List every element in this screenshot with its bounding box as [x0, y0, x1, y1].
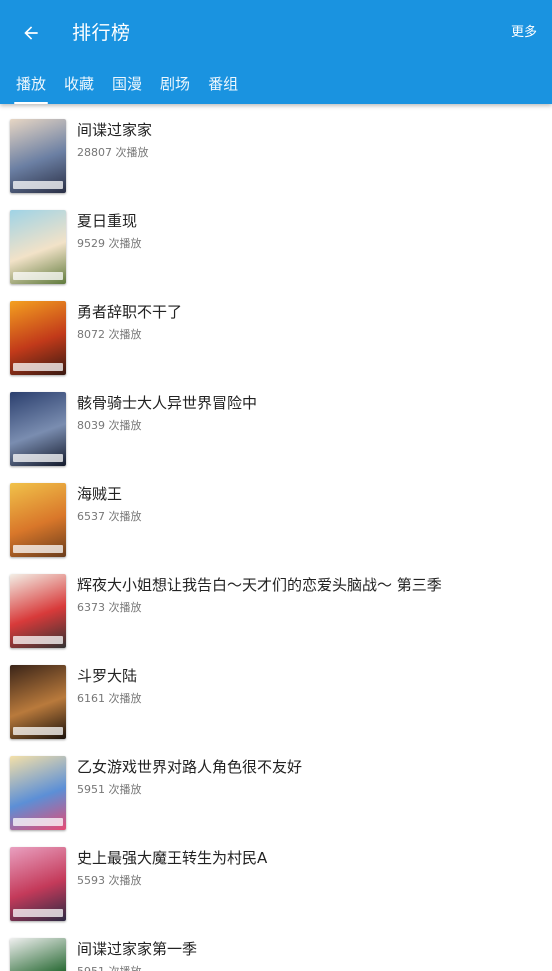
- play-count: 8072 次播放: [77, 328, 142, 341]
- anime-title: 间谍过家家第一季: [77, 940, 198, 958]
- tab-favorites[interactable]: 收藏: [62, 70, 96, 104]
- ranking-item[interactable]: 斗罗大陆 6161 次播放: [0, 650, 552, 741]
- ranking-item[interactable]: 辉夜大小姐想让我告白～天才们的恋爱头脑战～ 第三季 6373 次播放: [0, 559, 552, 650]
- anime-cover-image: [10, 301, 66, 375]
- ranking-item[interactable]: 间谍过家家 28807 次播放: [0, 104, 552, 195]
- anime-title: 骸骨骑士大人异世界冒险中: [77, 394, 258, 412]
- play-count: 8039 次播放: [77, 419, 142, 432]
- app-bar: 排行榜 更多 播放 收藏 国漫 剧场 番组: [0, 0, 552, 104]
- tab-theater[interactable]: 剧场: [158, 70, 192, 104]
- ranking-item[interactable]: 勇者辞职不干了 8072 次播放: [0, 286, 552, 377]
- ranking-list[interactable]: 间谍过家家 28807 次播放夏日重现 9529 次播放勇者辞职不干了 8072 次播…: [0, 104, 552, 971]
- play-count: 28807 次播放: [77, 146, 149, 159]
- play-count: 5593 次播放: [77, 874, 142, 887]
- anime-title: 夏日重现: [77, 212, 138, 230]
- anime-title: 史上最强大魔王转生为村民A: [77, 849, 268, 867]
- more-button[interactable]: 更多: [511, 24, 537, 42]
- anime-title: 勇者辞职不干了: [77, 303, 183, 321]
- ranking-item[interactable]: 骸骨骑士大人异世界冒险中 8039 次播放: [0, 377, 552, 468]
- anime-cover-image: [10, 574, 66, 648]
- play-count: 5951 次播放: [77, 964, 142, 971]
- cover-logo-strip: [13, 727, 63, 735]
- play-count: 6373 次播放: [77, 601, 142, 614]
- tab-programs[interactable]: 番组: [206, 70, 240, 104]
- ranking-item[interactable]: 夏日重现 9529 次播放: [0, 195, 552, 286]
- tab-play[interactable]: 播放: [14, 70, 49, 104]
- anime-cover-image: [10, 665, 66, 739]
- play-count: 6161 次播放: [77, 692, 142, 705]
- arrow-left-icon: [24, 26, 38, 40]
- cover-logo-strip: [13, 909, 63, 917]
- play-count: 6537 次播放: [77, 510, 142, 523]
- page-title: 排行榜: [72, 22, 131, 44]
- cover-logo-strip: [13, 545, 63, 553]
- cover-logo-strip: [13, 454, 63, 462]
- cover-logo-strip: [13, 636, 63, 644]
- anime-cover-image: [10, 756, 66, 830]
- tab-bar: 播放 收藏 国漫 剧场 番组: [0, 70, 240, 104]
- anime-title: 斗罗大陆: [77, 667, 138, 685]
- anime-cover-image: [10, 392, 66, 466]
- back-button[interactable]: [14, 18, 48, 48]
- play-count: 9529 次播放: [77, 237, 142, 250]
- ranking-item[interactable]: 海贼王 6537 次播放: [0, 468, 552, 559]
- anime-cover-image: [10, 938, 66, 971]
- anime-title: 海贼王: [77, 485, 123, 503]
- ranking-item[interactable]: 史上最强大魔王转生为村民A 5593 次播放: [0, 832, 552, 923]
- tab-domestic[interactable]: 国漫: [110, 70, 144, 104]
- play-count: 5951 次播放: [77, 783, 142, 796]
- anime-title: 间谍过家家: [77, 121, 153, 139]
- cover-logo-strip: [13, 363, 63, 371]
- ranking-item[interactable]: 间谍过家家第一季 5951 次播放: [0, 923, 552, 971]
- anime-cover-image: [10, 210, 66, 284]
- cover-logo-strip: [13, 818, 63, 826]
- ranking-item[interactable]: 乙女游戏世界对路人角色很不友好 5951 次播放: [0, 741, 552, 832]
- anime-title: 乙女游戏世界对路人角色很不友好: [77, 758, 303, 776]
- anime-cover-image: [10, 483, 66, 557]
- anime-cover-image: [10, 119, 66, 193]
- cover-logo-strip: [13, 272, 63, 280]
- anime-cover-image: [10, 847, 66, 921]
- anime-title: 辉夜大小姐想让我告白～天才们的恋爱头脑战～ 第三季: [77, 576, 442, 594]
- cover-logo-strip: [13, 181, 63, 189]
